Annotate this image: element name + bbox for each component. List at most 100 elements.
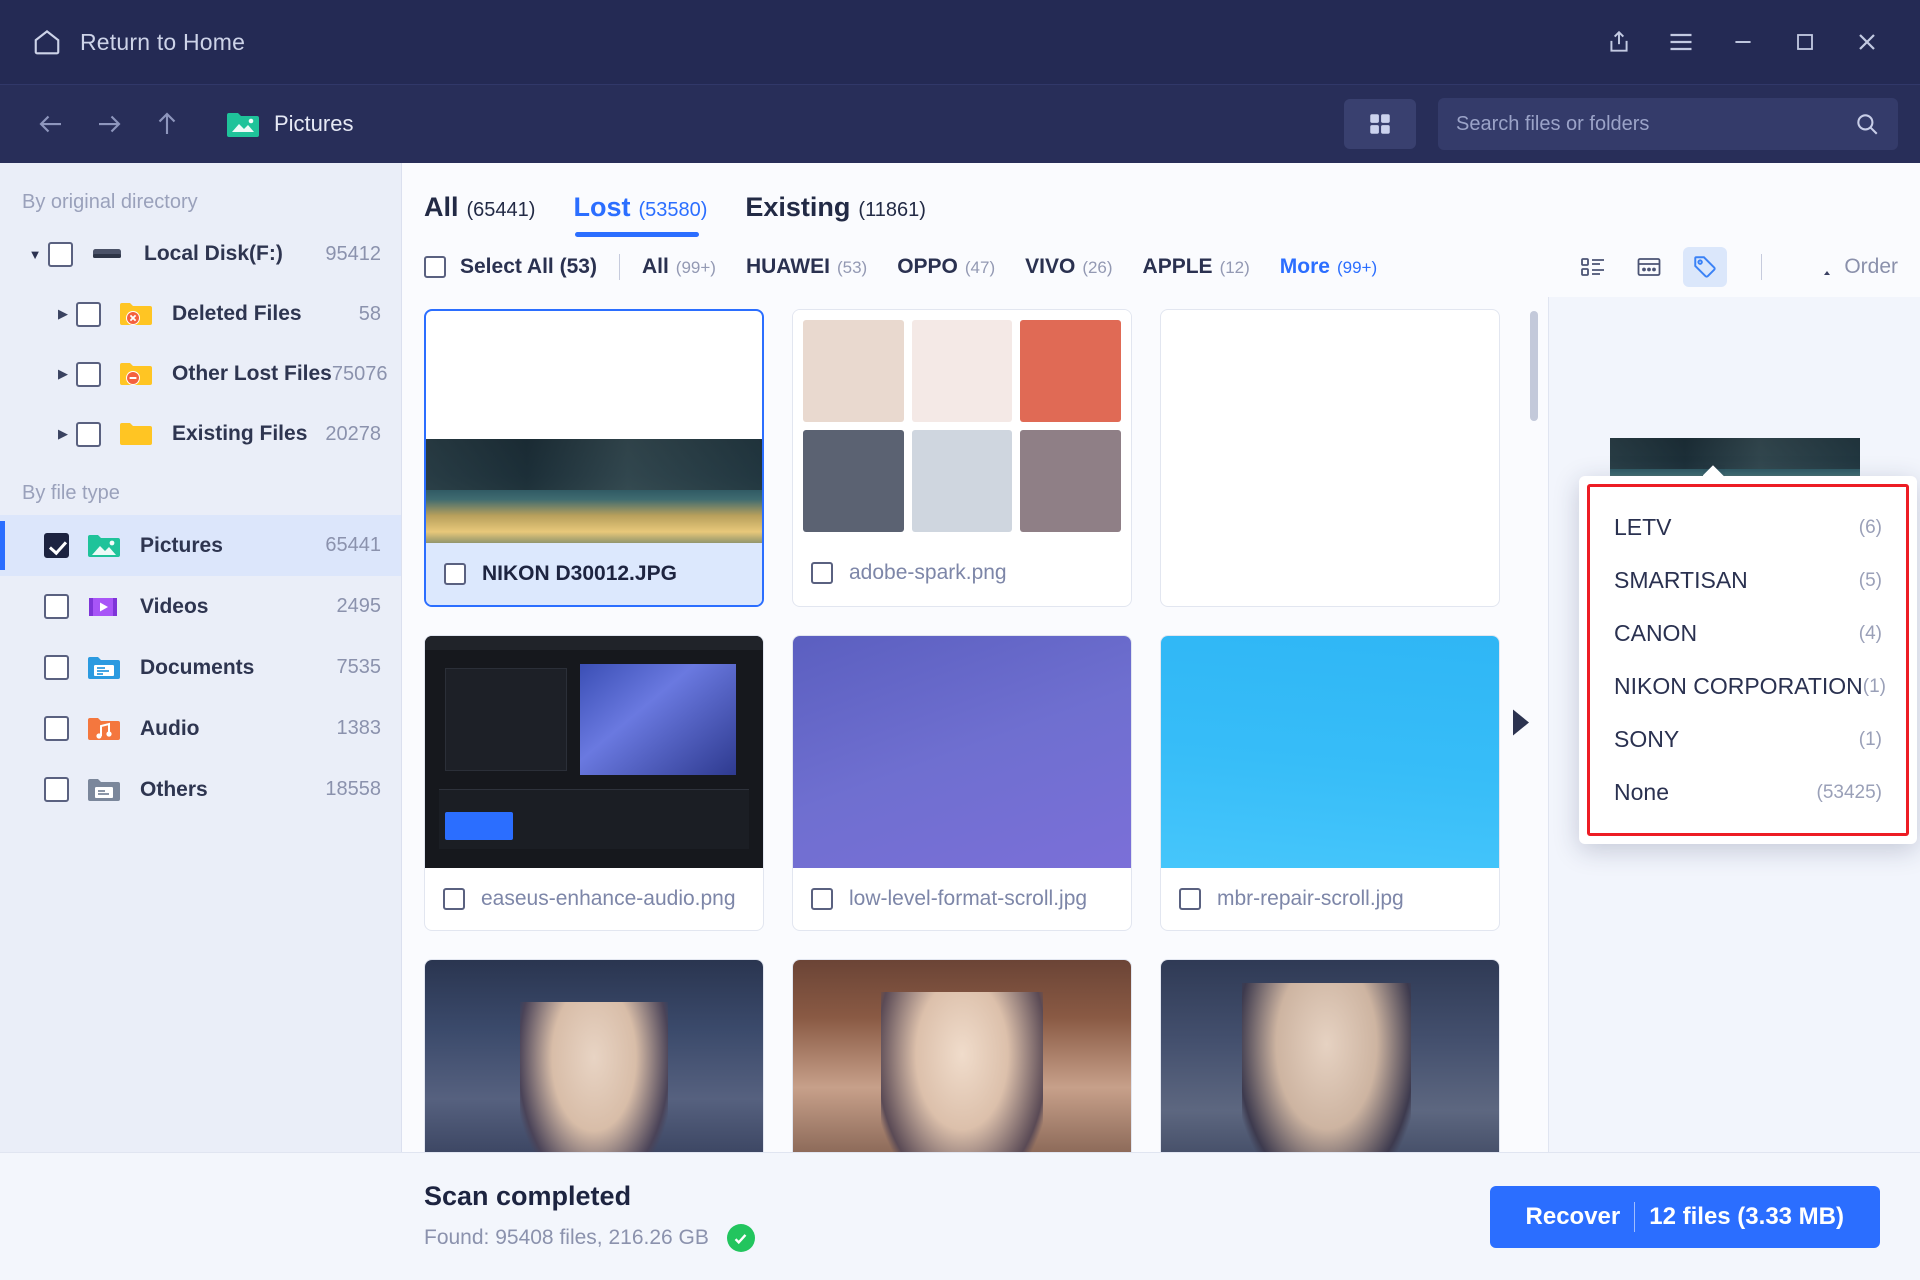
brand-filter-oppo[interactable]: OPPO(47) xyxy=(897,255,995,279)
breadcrumb-label: Pictures xyxy=(274,111,353,137)
sidebar-filetype-documents[interactable]: Documents7535 xyxy=(0,637,401,698)
file-card[interactable]: easeus-enhance-audio.png xyxy=(424,635,764,931)
dropdown-item-count: (1) xyxy=(1859,729,1882,751)
sidebar-tree-item-deleted-files[interactable]: ▶Deleted Files58 xyxy=(0,284,401,344)
breadcrumb[interactable]: Pictures xyxy=(226,110,353,138)
file-grid-scroll-thumb[interactable] xyxy=(1530,311,1538,421)
file-thumbnail xyxy=(1161,636,1499,868)
sidebar-tree-checkbox[interactable] xyxy=(76,302,101,327)
detail-view-button[interactable] xyxy=(1627,247,1671,287)
sidebar-group-file-type-title: By file type xyxy=(0,464,401,515)
pictures-folder-icon xyxy=(226,110,260,138)
list-view-button[interactable] xyxy=(1571,247,1615,287)
recover-button[interactable]: Recover 12 files (3.33 MB) xyxy=(1490,1186,1880,1248)
sidebar-tree-label: Existing Files xyxy=(172,422,325,446)
share-button[interactable] xyxy=(1588,11,1650,73)
chevron-down-icon[interactable]: ▼ xyxy=(22,247,48,262)
dropdown-item-none[interactable]: None(53425) xyxy=(1590,766,1906,819)
minimize-button[interactable] xyxy=(1712,11,1774,73)
brand-count: (26) xyxy=(1082,258,1112,278)
file-card[interactable]: adobe-spark.png xyxy=(792,309,1132,607)
close-button[interactable] xyxy=(1836,11,1898,73)
file-card[interactable] xyxy=(424,959,764,1152)
brand-filter-huawei[interactable]: HUAWEI(53) xyxy=(746,255,867,279)
grid-view-toggle-button[interactable] xyxy=(1344,99,1416,149)
chevron-right-icon[interactable]: ▶ xyxy=(50,426,76,442)
sidebar-filetype-checkbox[interactable] xyxy=(44,594,69,619)
sidebar-filetype-checkbox[interactable] xyxy=(44,533,69,558)
select-all-control[interactable]: Select All (53) xyxy=(424,255,597,279)
folder-lost-icon xyxy=(118,359,154,389)
tab-all[interactable]: All(65441) xyxy=(424,192,535,237)
file-card[interactable]: mbr-repair-scroll.jpg xyxy=(1160,635,1500,931)
tab-lost[interactable]: Lost(53580) xyxy=(573,192,707,237)
dropdown-item-nikon-corporation[interactable]: NIKON CORPORATION(1) xyxy=(1590,660,1906,713)
brand-filter-all[interactable]: All(99+) xyxy=(642,255,716,279)
search-box[interactable] xyxy=(1438,98,1898,150)
select-all-checkbox[interactable] xyxy=(424,256,446,278)
thumb-tile xyxy=(912,320,1013,422)
file-thumbnail xyxy=(793,310,1131,542)
up-button[interactable] xyxy=(138,95,196,153)
file-card[interactable] xyxy=(1160,309,1500,607)
sidebar-filetype-videos[interactable]: Videos2495 xyxy=(0,576,401,637)
sidebar-tree-checkbox[interactable] xyxy=(76,422,101,447)
sidebar-tree-item-existing-files[interactable]: ▶Existing Files20278 xyxy=(0,404,401,464)
sidebar-tree-item-other-lost-files[interactable]: ▶Other Lost Files75076 xyxy=(0,344,401,404)
dropdown-item-canon[interactable]: CANON(4) xyxy=(1590,607,1906,660)
file-card[interactable] xyxy=(1160,959,1500,1152)
file-checkbox[interactable] xyxy=(811,888,833,910)
search-icon[interactable] xyxy=(1854,111,1880,137)
dropdown-highlight-box: LETV(6)SMARTISAN(5)CANON(4)NIKON CORPORA… xyxy=(1587,484,1909,836)
sidebar-filetype-count: 18558 xyxy=(325,778,381,801)
sidebar-filetype-checkbox[interactable] xyxy=(44,716,69,741)
next-page-button[interactable] xyxy=(1508,705,1534,744)
file-checkbox[interactable] xyxy=(444,563,466,585)
file-checkbox[interactable] xyxy=(811,562,833,584)
file-card-footer: NIKON D30012.JPG xyxy=(426,543,762,605)
file-card[interactable]: NIKON D30012.JPG xyxy=(424,309,764,607)
sidebar-filetype-checkbox[interactable] xyxy=(44,777,69,802)
tab-existing[interactable]: Existing(11861) xyxy=(745,192,925,237)
chevron-right-icon[interactable]: ▶ xyxy=(50,366,76,382)
chevron-right-icon[interactable]: ▶ xyxy=(50,306,76,322)
sidebar-tree-checkbox[interactable] xyxy=(76,362,101,387)
back-button[interactable] xyxy=(22,95,80,153)
brand-filter-apple[interactable]: APPLE(12) xyxy=(1143,255,1250,279)
sidebar-filetype-checkbox[interactable] xyxy=(44,655,69,680)
order-control[interactable]: Order xyxy=(1804,255,1898,279)
brand-count: (99+) xyxy=(676,258,716,278)
maximize-button[interactable] xyxy=(1774,11,1836,73)
editor-preview xyxy=(580,664,735,775)
dropdown-item-smartisan[interactable]: SMARTISAN(5) xyxy=(1590,554,1906,607)
menu-button[interactable] xyxy=(1650,11,1712,73)
scan-status-detail: Found: 95408 files, 216.26 GB xyxy=(424,1224,755,1252)
search-input[interactable] xyxy=(1456,113,1854,136)
dropdown-item-sony[interactable]: SONY(1) xyxy=(1590,713,1906,766)
forward-button[interactable] xyxy=(80,95,138,153)
sidebar-filetype-others[interactable]: Others18558 xyxy=(0,759,401,820)
brand-filter-more[interactable]: More(99+) xyxy=(1280,255,1377,279)
return-to-home-button[interactable]: Return to Home xyxy=(22,21,255,63)
file-checkbox[interactable] xyxy=(1179,888,1201,910)
sidebar-filetype-audio[interactable]: Audio1383 xyxy=(0,698,401,759)
file-checkbox[interactable] xyxy=(443,888,465,910)
sidebar-filetype-label: Others xyxy=(140,778,325,802)
tag-view-button[interactable] xyxy=(1683,247,1727,287)
sidebar-tree-checkbox[interactable] xyxy=(48,242,73,267)
recover-detail: 12 files (3.33 MB) xyxy=(1649,1203,1844,1231)
forward-arrow-icon xyxy=(94,109,124,139)
disk-icon xyxy=(90,239,126,269)
file-card[interactable]: low-level-format-scroll.jpg xyxy=(792,635,1132,931)
brand-filter-vivo[interactable]: VIVO(26) xyxy=(1025,255,1112,279)
thumbnail-art xyxy=(793,960,1131,1152)
file-thumbnail xyxy=(425,636,763,868)
dropdown-item-label: NIKON CORPORATION xyxy=(1614,673,1863,700)
file-card[interactable] xyxy=(792,959,1132,1152)
dropdown-item-count: (4) xyxy=(1859,623,1882,645)
filter-divider xyxy=(619,254,620,280)
sidebar-filetype-pictures[interactable]: Pictures65441 xyxy=(0,515,401,576)
sidebar-tree-item-local-disk-f[interactable]: ▼Local Disk(F:)95412 xyxy=(0,224,401,284)
recover-divider xyxy=(1634,1202,1635,1232)
dropdown-item-letv[interactable]: LETV(6) xyxy=(1590,501,1906,554)
